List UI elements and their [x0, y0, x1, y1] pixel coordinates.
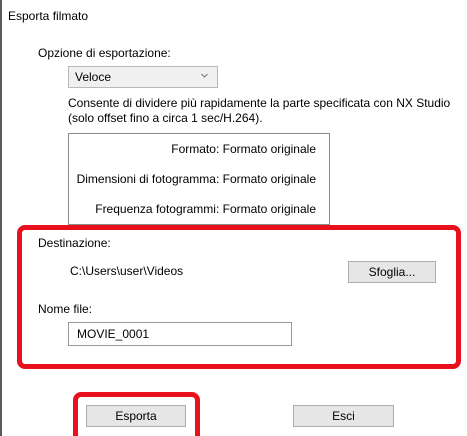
- export-option-dropdown[interactable]: Veloce: [68, 66, 218, 88]
- filename-label: Nome file:: [38, 302, 93, 316]
- export-button[interactable]: Esporta: [86, 405, 186, 427]
- exit-button[interactable]: Esci: [293, 405, 394, 427]
- export-option-selected: Veloce: [75, 70, 112, 84]
- export-option-description-line1: Consente di dividere più rapidamente la …: [68, 96, 451, 110]
- window-left-border: [0, 0, 2, 436]
- export-movie-dialog: Esporta filmato Opzione di esportazione:…: [0, 0, 467, 436]
- chevron-down-icon: [201, 73, 208, 78]
- format-info-box: Formato: Formato originale Dimensioni di…: [68, 133, 330, 225]
- export-option-label: Opzione di esportazione:: [38, 46, 171, 60]
- destination-path: C:\Users\user\Videos: [70, 264, 184, 278]
- browse-button[interactable]: Sfoglia...: [348, 261, 436, 283]
- format-info-format: Formato: Formato originale: [171, 142, 316, 156]
- filename-value: MOVIE_0001: [77, 327, 150, 341]
- filename-input[interactable]: MOVIE_0001: [68, 322, 292, 346]
- dialog-title: Esporta filmato: [8, 9, 89, 23]
- export-option-description-line2: (solo offset fino a circa 1 sec/H.264).: [68, 111, 263, 125]
- destination-label: Destinazione:: [38, 236, 111, 250]
- format-info-frame-size: Dimensioni di fotogramma: Formato origin…: [76, 172, 316, 186]
- format-info-frame-rate: Frequenza fotogrammi: Formato originale: [95, 202, 316, 216]
